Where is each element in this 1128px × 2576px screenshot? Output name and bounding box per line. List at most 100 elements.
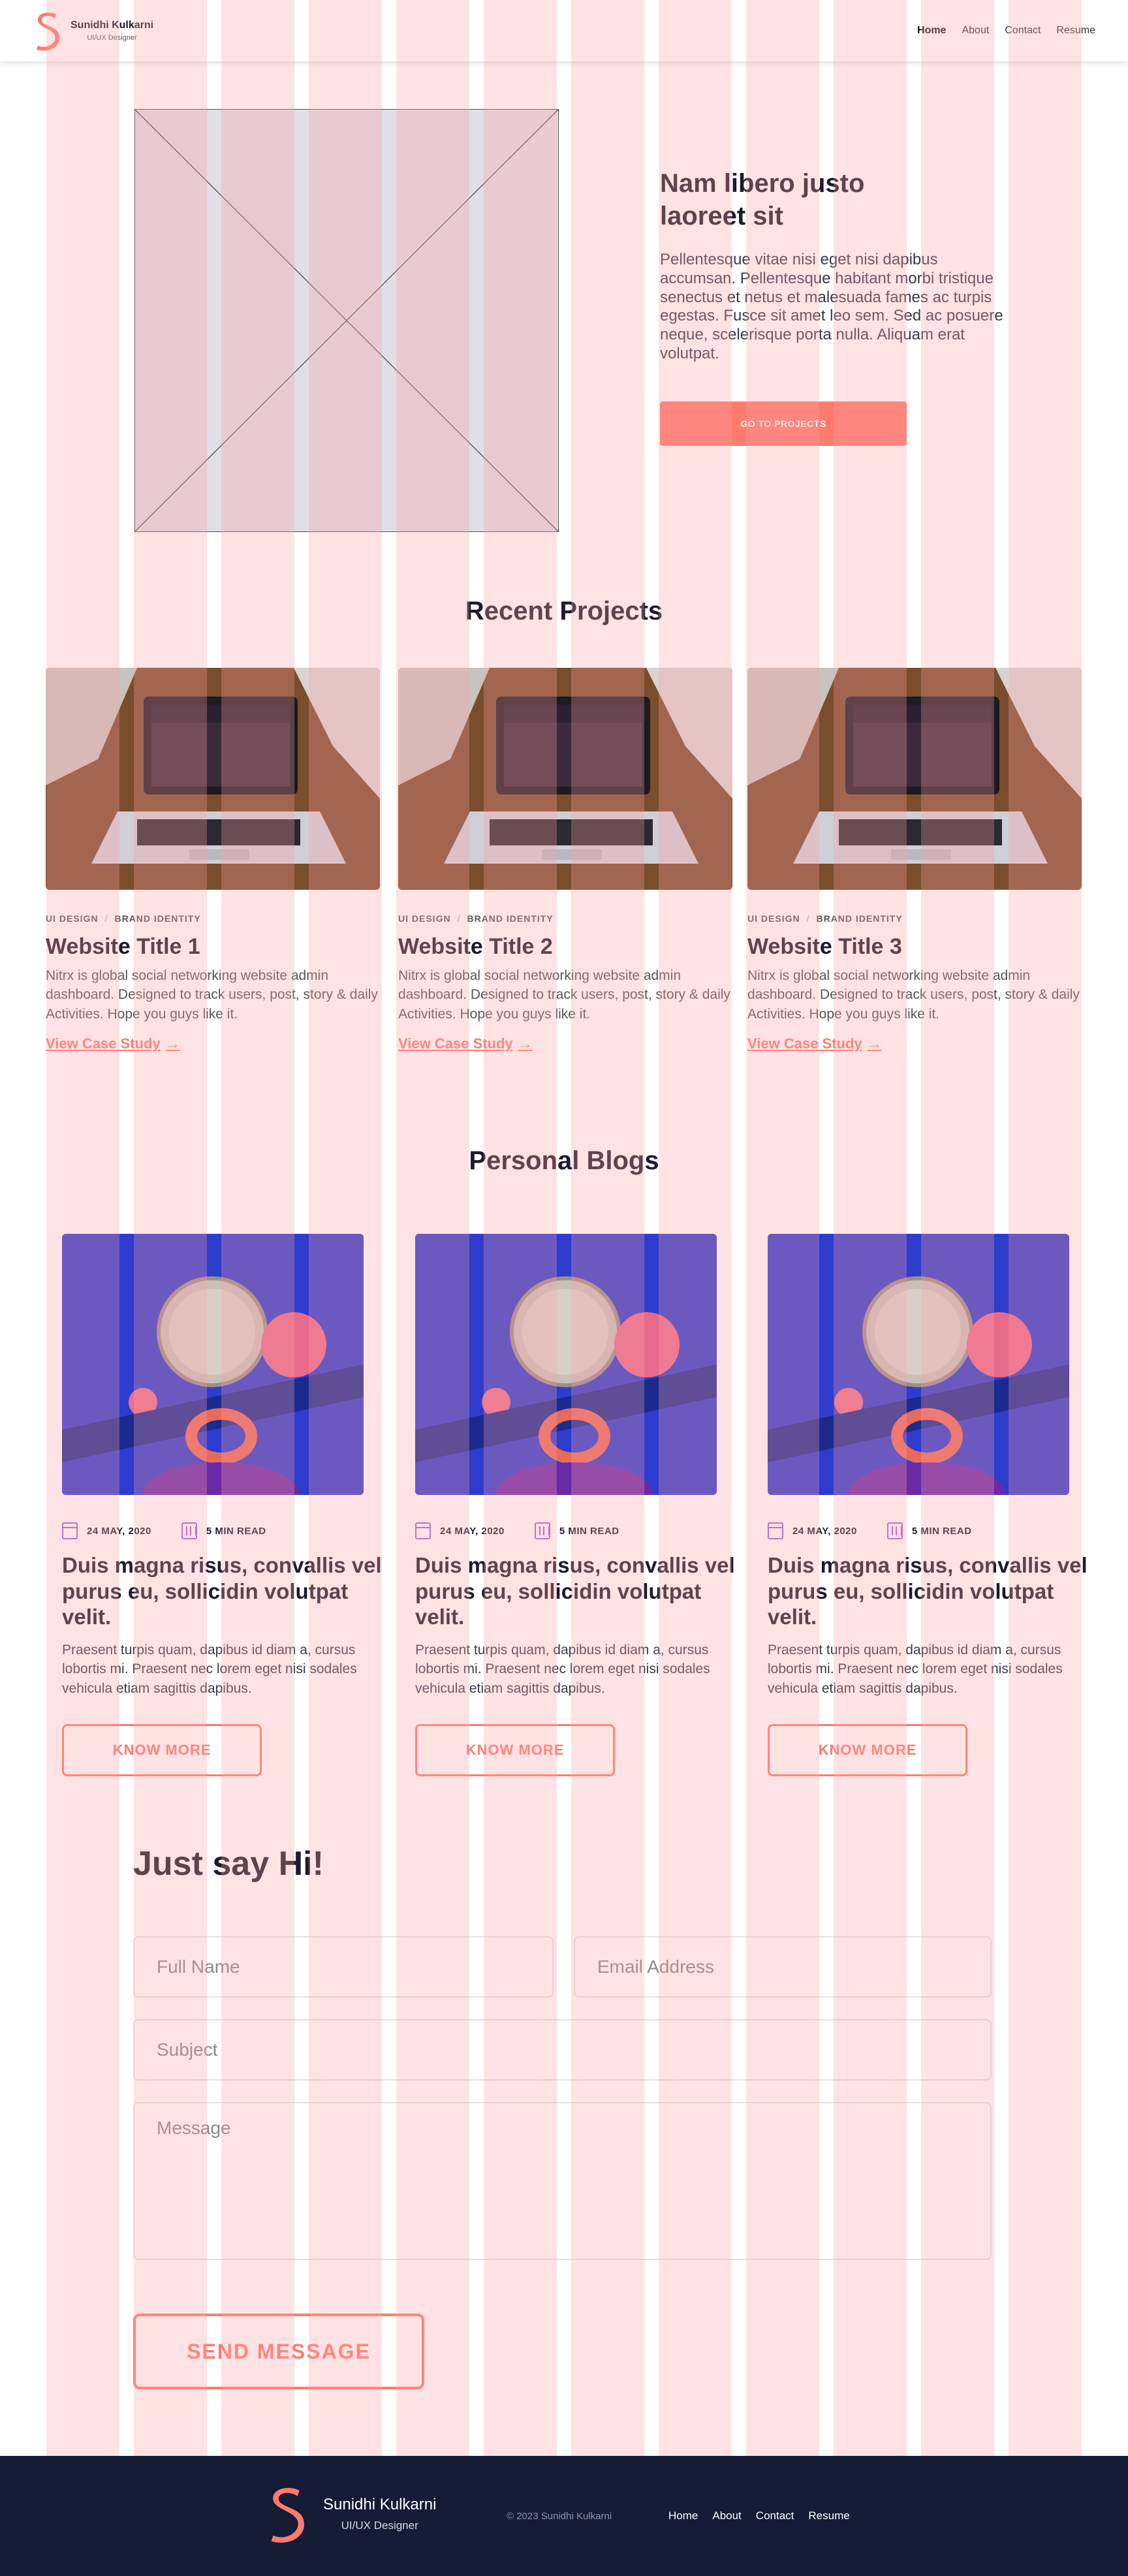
laptop-photo-icon: [46, 668, 380, 890]
blog-meta: 24 MAY, 2020 5 MIN READ: [62, 1522, 382, 1539]
tag-separator: /: [806, 913, 810, 924]
project-thumbnail[interactable]: [46, 668, 380, 890]
blog-description: Praesent turpis quam, dapibus id diam a,…: [62, 1642, 357, 1696]
case-study-label: View Case Study: [747, 1035, 862, 1052]
blog-date: 24 MAY, 2020: [87, 1525, 151, 1537]
brand[interactable]: Sunidhi Kulkarni UI/UX Designer: [33, 10, 153, 51]
project-tag[interactable]: BRAND IDENTITY: [467, 913, 553, 924]
grid-column: [1009, 0, 1082, 2456]
blog-date: 24 MAY, 2020: [792, 1525, 857, 1537]
blog-thumbnail[interactable]: [415, 1234, 717, 1495]
blog-title[interactable]: Duis magna risus, convallis vel purus eu…: [62, 1552, 382, 1630]
blog-title[interactable]: Duis magna risus, convallis vel purus eu…: [768, 1552, 1088, 1630]
laptop-photo-icon: [747, 668, 1082, 890]
project-title: Website Title 3: [747, 934, 902, 959]
footer-brand-role: UI/UX Designer: [341, 2519, 418, 2532]
coin-illustration-icon: [415, 1234, 717, 1495]
navbar: Sunidhi Kulkarni UI/UX Designer Home Abo…: [0, 0, 1128, 61]
know-more-button[interactable]: KNOW MORE: [768, 1723, 967, 1776]
nav-link-resume[interactable]: Resume: [1056, 25, 1095, 37]
project-tag[interactable]: UI DESIGN: [398, 913, 451, 924]
arrow-right-icon: →: [165, 1035, 180, 1052]
tag-separator: /: [104, 913, 108, 924]
case-study-label: View Case Study: [398, 1035, 513, 1052]
s-logo-icon: [271, 2488, 304, 2543]
calendar-icon: [62, 1522, 78, 1539]
coin-illustration-icon: [768, 1234, 1069, 1495]
copyright-text: © 2023 Sunidhi Kulkarni: [507, 2511, 612, 2522]
hero-image-placeholder: [134, 109, 559, 532]
email-field[interactable]: [574, 1936, 992, 1998]
blogs-heading: Personal Blogs: [469, 1146, 659, 1175]
footer-link-about[interactable]: About: [712, 2509, 741, 2522]
go-to-projects-button[interactable]: GO TO PROJECTS: [660, 401, 907, 446]
project-card: UI DESIGN / BRAND IDENTITY Website Title…: [398, 668, 732, 1052]
blog-title[interactable]: Duis magna risus, convallis vel purus eu…: [415, 1552, 735, 1630]
nav-links: Home About Contact Resume: [917, 25, 1095, 37]
project-tag[interactable]: UI DESIGN: [46, 913, 99, 924]
blog-thumbnail[interactable]: [62, 1234, 364, 1495]
grid-column: [46, 0, 119, 2456]
tag-separator: /: [457, 913, 461, 924]
book-icon: [181, 1522, 197, 1539]
project-tag[interactable]: UI DESIGN: [747, 913, 800, 924]
blog-meta: 24 MAY, 2020 5 MIN READ: [768, 1522, 1088, 1539]
project-card: UI DESIGN / BRAND IDENTITY Website Title…: [747, 668, 1082, 1052]
footer-links: Home About Contact Resume: [668, 2509, 850, 2522]
project-description: Nitrx is global social networking websit…: [747, 968, 1080, 1022]
book-icon: [886, 1522, 903, 1539]
blog-card: 24 MAY, 2020 5 MIN READ Duis magna risus…: [62, 1234, 382, 1776]
grid-column: [571, 0, 644, 2456]
brand-name: Sunidhi Kulkarni: [70, 20, 154, 31]
know-more-button[interactable]: KNOW MORE: [415, 1723, 615, 1776]
blog-description: Praesent turpis quam, dapibus id diam a,…: [415, 1642, 710, 1696]
nav-link-contact[interactable]: Contact: [1005, 25, 1041, 37]
grid-column: [746, 0, 819, 2456]
contact-heading: Just say Hi!: [133, 1845, 324, 1883]
blog-thumbnail[interactable]: [768, 1234, 1069, 1495]
blog-read-time: 5 MIN READ: [206, 1525, 266, 1537]
calendar-icon: [768, 1522, 783, 1539]
brand-role: UI/UX Designer: [87, 34, 137, 42]
footer-brand-name: Sunidhi Kulkarni: [323, 2496, 437, 2513]
project-thumbnail[interactable]: [747, 668, 1082, 890]
send-message-button[interactable]: SEND MESSAGE: [133, 2314, 424, 2389]
project-thumbnail[interactable]: [398, 668, 732, 890]
footer-brand[interactable]: Sunidhi Kulkarni UI/UX Designer: [266, 2485, 436, 2543]
footer-link-resume[interactable]: Resume: [808, 2509, 849, 2522]
blog-meta: 24 MAY, 2020 5 MIN READ: [415, 1522, 735, 1539]
blog-date: 24 MAY, 2020: [440, 1525, 505, 1537]
footer: Sunidhi Kulkarni UI/UX Designer © 2023 S…: [0, 2456, 1128, 2576]
projects-heading: Recent Projects: [465, 597, 663, 625]
case-study-label: View Case Study: [46, 1035, 161, 1052]
image-placeholder-icon: [134, 109, 559, 532]
book-icon: [534, 1522, 550, 1539]
view-case-study-link[interactable]: View Case Study →: [398, 1035, 533, 1052]
s-logo-icon: [37, 12, 60, 51]
project-description: Nitrx is global social networking websit…: [398, 968, 730, 1022]
project-tags: UI DESIGN / BRAND IDENTITY: [46, 913, 380, 924]
project-tags: UI DESIGN / BRAND IDENTITY: [747, 913, 1082, 924]
view-case-study-link[interactable]: View Case Study →: [46, 1035, 180, 1052]
project-tag[interactable]: BRAND IDENTITY: [816, 913, 902, 924]
project-title: Website Title 2: [398, 934, 553, 959]
subject-field[interactable]: [133, 2019, 992, 2081]
blog-card: 24 MAY, 2020 5 MIN READ Duis magna risus…: [768, 1234, 1088, 1776]
message-field[interactable]: [133, 2102, 992, 2260]
footer-link-home[interactable]: Home: [668, 2509, 698, 2522]
arrow-right-icon: →: [518, 1035, 533, 1052]
footer-link-contact[interactable]: Contact: [756, 2509, 794, 2522]
arrow-right-icon: →: [867, 1035, 882, 1052]
view-case-study-link[interactable]: View Case Study →: [747, 1035, 882, 1052]
know-more-button[interactable]: KNOW MORE: [62, 1723, 262, 1776]
grid-column: [659, 0, 732, 2456]
blog-description: Praesent turpis quam, dapibus id diam a,…: [768, 1642, 1063, 1696]
blog-read-time: 5 MIN READ: [559, 1525, 619, 1537]
nav-link-about[interactable]: About: [962, 25, 989, 37]
hero-title: Nam libero justo laoreet sit: [660, 169, 865, 230]
project-tag[interactable]: BRAND IDENTITY: [114, 913, 200, 924]
grid-column: [834, 0, 907, 2456]
nav-link-home[interactable]: Home: [917, 25, 946, 37]
hero-description: Pellentesque vitae nisi eget nisi dapibu…: [660, 251, 1003, 362]
full-name-field[interactable]: [133, 1936, 554, 1998]
